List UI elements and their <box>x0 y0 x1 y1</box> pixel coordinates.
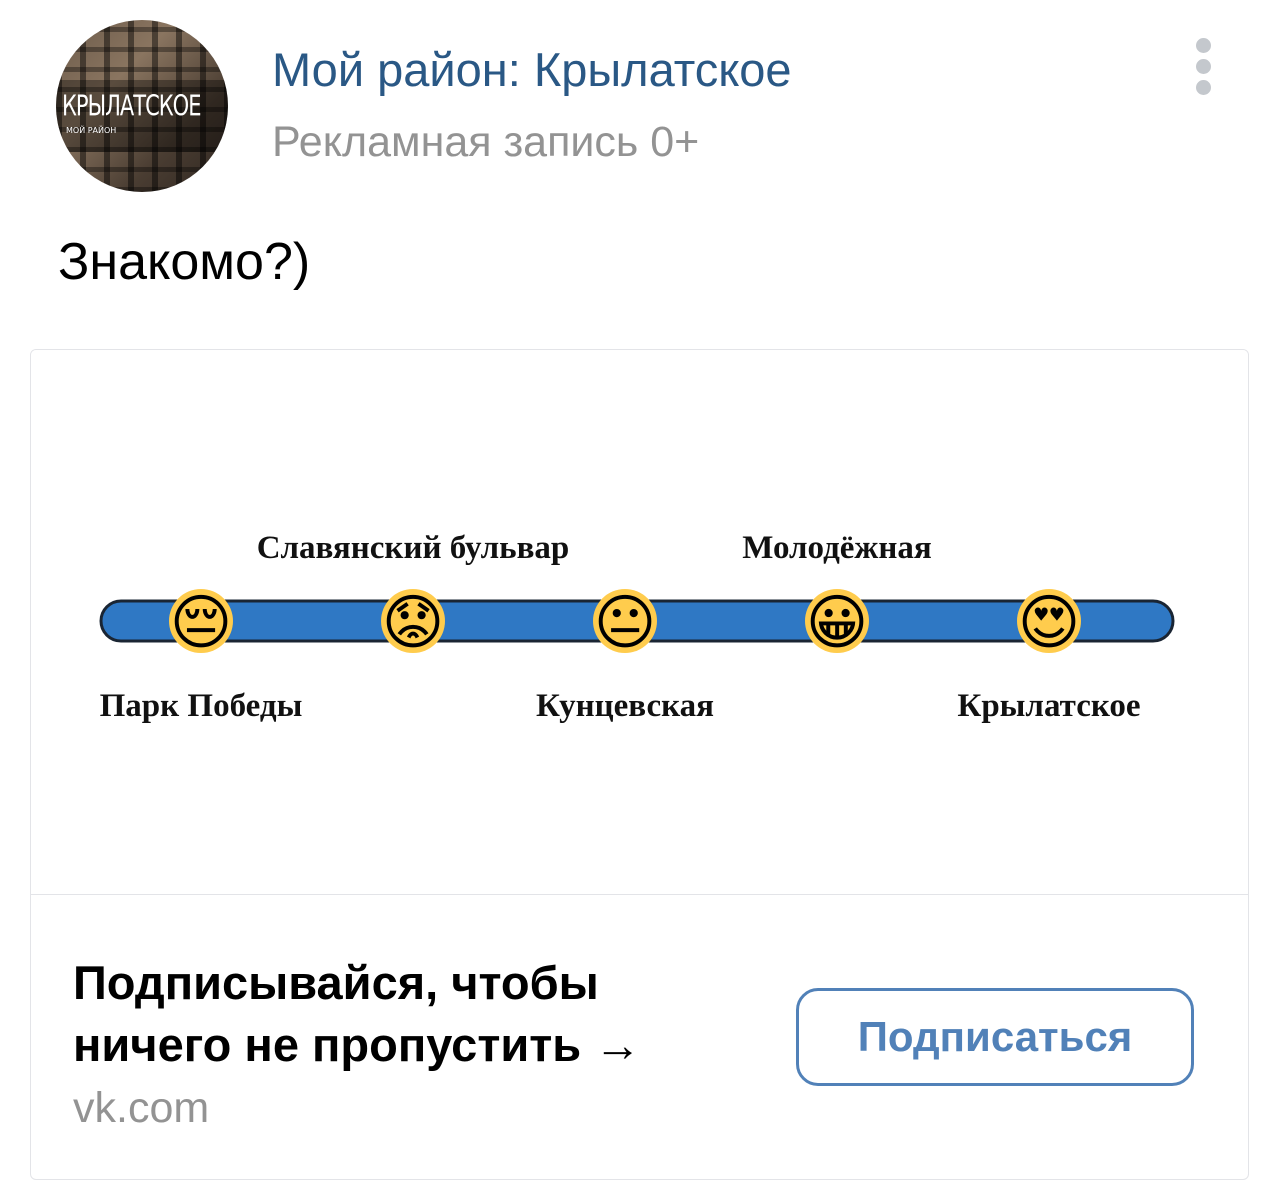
cta-text: Подписывайся, чтобы ничего не пропустить… <box>73 956 642 1071</box>
metro-line-illustration: 😔 Парк Победы 😟 Славянский бульвар 😐 Кунцевск… <box>99 530 1175 724</box>
station-label: Крылатское <box>957 688 1140 724</box>
station-label: Славянский бульвар <box>257 530 570 566</box>
more-vertical-icon[interactable] <box>1186 38 1220 102</box>
avatar-title: КРЫЛАТСКОЕ <box>62 90 201 123</box>
station-emoji: 😍 <box>1018 589 1081 656</box>
subscribe-button[interactable]: Подписаться <box>796 988 1194 1086</box>
card-divider <box>31 894 1248 895</box>
attachment-image[interactable]: 😔 Парк Победы 😟 Славянский бульвар 😐 Кунцевск… <box>31 350 1248 894</box>
station-emoji: 😐 <box>594 589 657 656</box>
station-emoji: 😟 <box>382 589 445 656</box>
station-label: Кунцевская <box>536 688 714 724</box>
group-avatar[interactable]: КРЫЛАТСКОЕ МОЙ РАЙОН <box>56 20 228 192</box>
avatar-subtitle: МОЙ РАЙОН <box>66 126 117 135</box>
ad-attachment-card[interactable]: 😔 Парк Победы 😟 Славянский бульвар 😐 Кунцевск… <box>30 349 1249 1180</box>
cta-domain: vk.com <box>73 1084 210 1132</box>
post-label: Рекламная запись 0+ <box>272 118 700 166</box>
group-name-link[interactable]: Мой район: Крылатское <box>272 42 792 97</box>
station-emoji: 😔 <box>170 589 233 656</box>
station-emoji: 😀 <box>806 589 869 656</box>
post-text: Знакомо?) <box>58 233 311 291</box>
station-label: Парк Победы <box>100 688 303 724</box>
vk-post: КРЫЛАТСКОЕ МОЙ РАЙОН Мой район: Крылатск… <box>0 0 1280 1202</box>
station-label: Молодёжная <box>742 530 931 566</box>
